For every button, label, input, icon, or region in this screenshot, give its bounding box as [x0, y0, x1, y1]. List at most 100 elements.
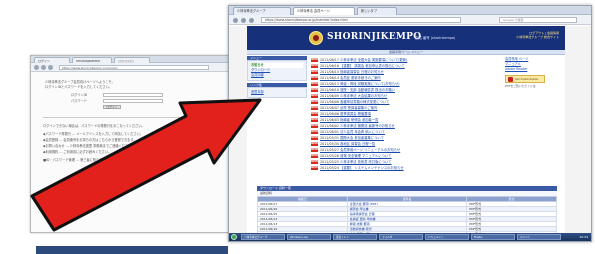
news-date: 2011/05/27 — [320, 148, 340, 152]
news-title: 昇級・昇段 試験実施について(お知らせ) — [340, 82, 400, 86]
new-badge: NEW — [311, 70, 318, 74]
news-title: 少林寺拳法 機関誌 最新号のお知らせ — [340, 124, 395, 128]
taskbar-button[interactable]: フォルダ — [379, 234, 423, 240]
news-date: 2011/06/15 — [320, 70, 340, 74]
news-title: 道院・支部 活動報告書 提出のお願い — [340, 88, 395, 92]
news-title: 各地区 講習会 日程一覧 — [340, 142, 376, 146]
news-date: 2011/06/02 — [320, 124, 340, 128]
table-row[interactable]: 2011/06/07武専 受講 案内PDF形式 — [258, 242, 557, 243]
search-input[interactable]: Google で検索 — [499, 17, 577, 23]
new-badge: NEW — [311, 148, 318, 152]
address-bar-area: https://www.shorinjikempo.or.jp/login — [31, 63, 251, 72]
login-id-input[interactable] — [103, 93, 163, 97]
info-line: ■ID・パスワード管理 … 第三者に知られないよう管理してください。 — [43, 158, 144, 162]
password-label: パスワード — [71, 99, 87, 103]
news-title: 国際大会 参加者募集について — [340, 136, 384, 140]
news-item[interactable]: NEW 2011/05/24 【重要】 システムメンテナンスのお知らせ — [311, 165, 501, 171]
intro-text: ログインIDとパスワードを入力してください。 — [45, 85, 112, 89]
news-date: 2011/06/13 — [320, 82, 340, 86]
news-title: 少林寺拳法 大会結果のお知らせ — [340, 94, 388, 98]
taskbar-button[interactable]: 少林寺拳法グループ — [241, 234, 285, 240]
reload-icon[interactable] — [249, 17, 254, 23]
browser-tab-active[interactable]: 少林寺拳法 会員ページ — [293, 7, 355, 15]
tab-bar: 少林寺拳法グループ 少林寺拳法 会員ページ 新しいタブ — [229, 6, 591, 15]
details-link[interactable]: 詳しくはこちら — [181, 144, 203, 148]
taskbar-button[interactable]: ドキュメント — [425, 234, 469, 240]
adobe-reader-link[interactable]: Adobe Reader — [505, 67, 563, 72]
url-field[interactable]: https://www.shorinjikempo.or.jp/member/i… — [261, 17, 461, 23]
news-date: 2011/06/07 — [320, 106, 340, 110]
taskbar-button[interactable]: ペイント — [517, 234, 561, 240]
password-input[interactable] — [103, 99, 163, 103]
news-date: 2011/06/17 — [320, 58, 340, 62]
news-date: 2011/06/10 — [320, 88, 340, 92]
cell-title[interactable]: 武専 受講 案内 — [347, 242, 467, 243]
browser-tab[interactable]: 新しいタブ — [357, 7, 397, 15]
login-id-label: ログインID — [71, 93, 88, 97]
site-header: SHORINJIKEMPO 会員 番号 (shorinkempo) ログアウト … — [247, 26, 565, 50]
new-badge: NEW — [311, 118, 318, 122]
new-badge: NEW — [311, 100, 318, 104]
login-page: 少林寺拳法グループ会員向けページへようこそ。 ログインIDとパスワードを入力して… — [31, 72, 251, 232]
main-browser-window: 少林寺拳法グループ 少林寺拳法 会員ページ 新しいタブ https://www.… — [228, 5, 592, 242]
divider — [43, 117, 239, 118]
start-button[interactable] — [231, 234, 237, 240]
new-badge: NEW — [311, 82, 318, 86]
new-badge: NEW — [311, 166, 318, 170]
intro-text: 少林寺拳法グループ会員向けページへようこそ。 — [45, 80, 115, 84]
new-badge: NEW — [311, 142, 318, 146]
forward-icon[interactable] — [41, 65, 46, 70]
news-date: 2011/06/08 — [320, 100, 340, 104]
news-title: 少林寺拳法 技術書 改訂版について — [340, 160, 392, 164]
back-icon[interactable] — [34, 65, 39, 70]
sidebar-item-member-info[interactable]: 会員情報 — [251, 73, 303, 78]
news-title: 指導者 研修会 参加者一覧 — [340, 118, 379, 122]
new-badge: NEW — [311, 106, 318, 110]
sub-navigation: 会員専用ページ メニュー — [247, 50, 565, 55]
sidebar-menu: お知らせ ダウンロード 会員情報 — [247, 60, 307, 81]
taskbar-button[interactable]: Windows Live — [287, 234, 331, 240]
news-date: 2011/06/01 — [320, 130, 340, 134]
news-date: 2011/06/14 — [320, 76, 340, 80]
new-badge: NEW — [311, 64, 318, 68]
news-date: 2011/06/16 — [320, 64, 340, 68]
news-title: 法人会員 年会費 納入について — [340, 130, 385, 134]
taskbar-clock: 10:24 — [579, 235, 588, 239]
taskbar: 少林寺拳法グループ Windows Live 受信トレイ フォルダ ドキュメント Fire… — [229, 233, 591, 241]
taskbar-button[interactable]: 受信トレイ — [333, 234, 377, 240]
info-line: ◆パスワード再発行 … メールアドレスを入力して申請してください。 — [43, 132, 143, 136]
news-title: 会員証 更新手続きのご案内 — [340, 76, 381, 80]
back-icon[interactable] — [233, 17, 238, 23]
reload-icon[interactable] — [48, 65, 53, 70]
new-badge: NEW — [311, 160, 318, 164]
member-site: SHORINJIKEMPO 会員 番号 (shorinkempo) ログアウト … — [247, 26, 565, 241]
taskbar-button[interactable]: Firefox — [471, 234, 515, 240]
news-date: 2011/05/31 — [320, 136, 340, 140]
news-title: 武専 受講者募集のご案内 — [340, 106, 378, 110]
news-date: 2011/05/25 — [320, 160, 340, 164]
logo-emblem-icon — [309, 31, 323, 45]
site-logo[interactable]: SHORINJIKEMPO — [327, 32, 421, 42]
news-date: 2011/06/09 — [320, 94, 340, 98]
login-button[interactable]: ログイン — [103, 105, 121, 109]
info-line: ◆お問い合わせ … 少林寺拳法連盟 事務局までご連絡ください。 — [43, 144, 135, 148]
adobe-badge-label: Get Adobe Reader — [515, 78, 539, 81]
forward-icon[interactable] — [241, 17, 246, 23]
sidebar-item-headquarters[interactable]: 連盟本部 — [251, 90, 303, 95]
background-taskbar — [36, 246, 228, 254]
browser-tab[interactable]: 少林寺拳法グループ — [233, 7, 291, 15]
news-title: 会員専用ページ リニューアルのお知らせ — [340, 148, 401, 152]
group-site-link[interactable]: 少林寺拳法グループ 総合サイト — [516, 35, 559, 39]
url-field[interactable]: https://www.shorinjikempo.or.jp/login — [59, 65, 209, 70]
header-links: ログアウト | 会員情報 少林寺拳法グループ 総合サイト — [516, 31, 559, 39]
get-adobe-reader-badge[interactable]: Get Adobe Reader — [505, 75, 545, 83]
news-link[interactable]: 2011/05/24 【重要】 システムメンテナンスのお知らせ — [320, 165, 404, 171]
info-line: ◆利用規約 … ご利用前に必ずお読みください。 — [43, 150, 112, 154]
tab-bar: ログイン SHORINJIKEMPO ○○○○○○ — [31, 56, 251, 63]
new-badge: NEW — [311, 94, 318, 98]
news-date: 2011/05/26 — [320, 154, 340, 158]
news-title: 夏季講習会 開催要項 — [340, 112, 371, 116]
new-badge: NEW — [311, 76, 318, 80]
sidebar: メニュー お知らせ ダウンロード 会員情報 リンク集 連盟本部 — [247, 56, 307, 100]
new-badge: NEW — [311, 136, 318, 140]
